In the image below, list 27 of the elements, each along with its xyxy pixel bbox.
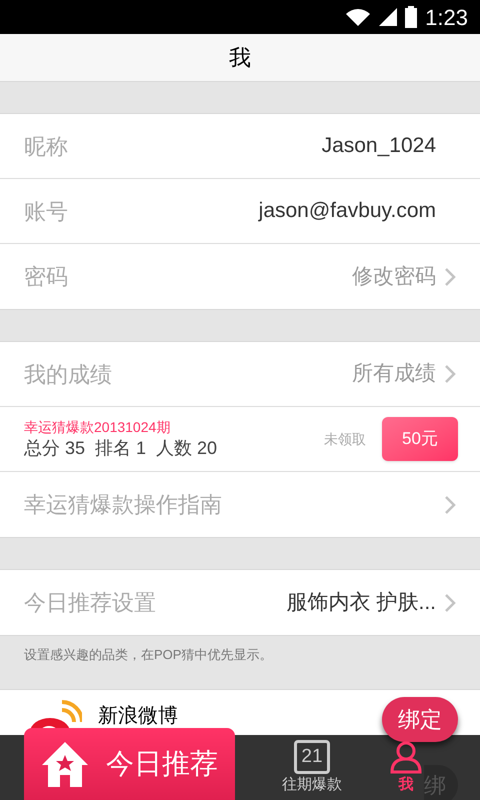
status-time: 1:23 [425, 4, 468, 32]
row-label: 幸运猜爆款操作指南 [24, 491, 222, 519]
page-title: 我 [229, 44, 251, 72]
house-icon [40, 739, 90, 789]
row-label: 密码 [24, 263, 68, 291]
claim-status: 未领取 [324, 430, 366, 448]
row-label: 账号 [24, 198, 68, 226]
row-value: 所有成绩 [352, 361, 436, 388]
row-label: 昵称 [24, 132, 68, 160]
row-label: 今日推荐设置 [24, 589, 156, 617]
today-recommend-button[interactable]: 今日推荐 [24, 728, 235, 800]
calendar-day: 21 [301, 747, 323, 766]
signal-icon [379, 7, 398, 27]
row-value: 修改密码 [352, 264, 436, 290]
prize-button[interactable]: 50元 [382, 417, 458, 461]
row-value: Jason_1024 [322, 133, 436, 160]
row-value: 服饰内衣 护肤... [286, 590, 436, 616]
person-icon [389, 740, 423, 774]
battery-icon [405, 6, 418, 28]
record-title: 幸运猜爆款20131024期 [24, 418, 172, 436]
row-value: jason@favbuy.com [258, 198, 436, 224]
weibo-name: 新浪微博 [98, 704, 178, 728]
record-stats: 总分 35 排名 1 人数 20 [24, 437, 218, 460]
tab-button[interactable]: 21 往期爆款 [262, 735, 362, 800]
section-note: 设置感兴趣的品类，在POP猜中优先显示。 [24, 647, 272, 662]
row-label: 我的成绩 [24, 360, 112, 388]
wifi-icon [345, 7, 372, 27]
